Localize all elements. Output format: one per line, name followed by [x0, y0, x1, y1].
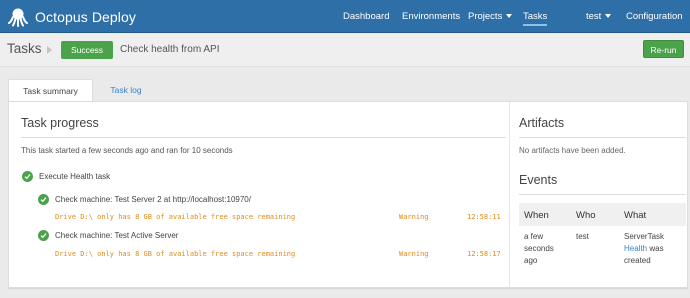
- log-level: Warning: [399, 213, 429, 221]
- page-title[interactable]: Tasks: [7, 41, 42, 56]
- artifacts-empty-message: No artifacts have been added.: [519, 146, 626, 155]
- column-header-when: When: [524, 210, 549, 221]
- task-progress-heading: Task progress: [21, 116, 99, 130]
- panel-shadow: [8, 288, 688, 289]
- nav-environments[interactable]: Environments: [402, 0, 460, 33]
- check-circle-icon: [22, 171, 33, 182]
- event-what-line: ServerTask: [624, 232, 665, 241]
- event-what-line: Health was: [624, 243, 664, 255]
- divider: [21, 137, 506, 138]
- rerun-button[interactable]: Re-run: [643, 40, 684, 58]
- check-circle-icon: [38, 230, 49, 241]
- events-heading: Events: [519, 173, 558, 187]
- nav-projects-label: Projects: [468, 11, 503, 22]
- task-name: Check health from API: [120, 44, 220, 55]
- column-divider: [509, 102, 510, 289]
- nav-projects[interactable]: Projects: [468, 0, 513, 33]
- chevron-down-icon: [506, 14, 513, 18]
- chevron-right-icon: [47, 46, 52, 54]
- event-who: test: [576, 232, 589, 241]
- divider: [519, 194, 686, 195]
- event-when: a few seconds ago: [524, 231, 554, 267]
- root-step-label[interactable]: Execute Health task: [39, 172, 110, 181]
- event-when-line: a few: [524, 232, 544, 241]
- nav-configuration[interactable]: Configuration: [626, 0, 683, 33]
- brand[interactable]: Octopus Deploy: [8, 6, 136, 27]
- nav-dashboard[interactable]: Dashboard: [343, 0, 389, 33]
- step-label[interactable]: Check machine: Test Active Server: [55, 231, 178, 240]
- tab-task-summary[interactable]: Task summary: [8, 79, 93, 102]
- log-time: 12:58:11: [467, 213, 501, 221]
- tab-task-log[interactable]: Task log: [93, 79, 159, 101]
- nav-user-menu[interactable]: test: [586, 0, 612, 33]
- task-summary-panel: Task progress This task started a few se…: [8, 101, 688, 289]
- column-header-who: Who: [576, 210, 596, 221]
- log-level: Warning: [399, 250, 429, 258]
- log-message: Drive D:\ only has 8 GB of available fre…: [55, 213, 296, 221]
- event-what-text: was: [647, 244, 664, 253]
- step-label[interactable]: Check machine: Test Server 2 at http://l…: [55, 195, 251, 204]
- chevron-down-icon: [605, 14, 612, 18]
- divider: [519, 137, 686, 138]
- event-task-link[interactable]: Health: [624, 244, 647, 253]
- artifacts-heading: Artifacts: [519, 116, 565, 130]
- task-duration-summary: This task started a few seconds ago and …: [21, 146, 233, 155]
- event-what: ServerTask Health was created: [624, 231, 664, 267]
- active-tab-indicator: [523, 24, 548, 26]
- nav-tasks[interactable]: Tasks: [523, 0, 548, 33]
- status-badge: Success: [61, 41, 113, 59]
- nav-user-label: test: [586, 11, 602, 22]
- top-navigation-bar: Octopus Deploy Dashboard Environments Pr…: [0, 0, 690, 33]
- octopus-logo-icon: [8, 8, 28, 27]
- brand-name: Octopus Deploy: [35, 8, 137, 25]
- event-when-line: ago: [524, 256, 538, 265]
- page-header: Tasks Success Check health from API Re-r…: [0, 34, 690, 67]
- event-what-line: created: [624, 256, 651, 265]
- log-time: 12:58:17: [467, 250, 501, 258]
- column-header-what: What: [624, 210, 647, 221]
- nav-tasks-label: Tasks: [523, 11, 548, 22]
- event-when-line: seconds: [524, 244, 554, 253]
- log-message: Drive D:\ only has 8 GB of available fre…: [55, 250, 296, 258]
- check-circle-icon: [38, 194, 49, 205]
